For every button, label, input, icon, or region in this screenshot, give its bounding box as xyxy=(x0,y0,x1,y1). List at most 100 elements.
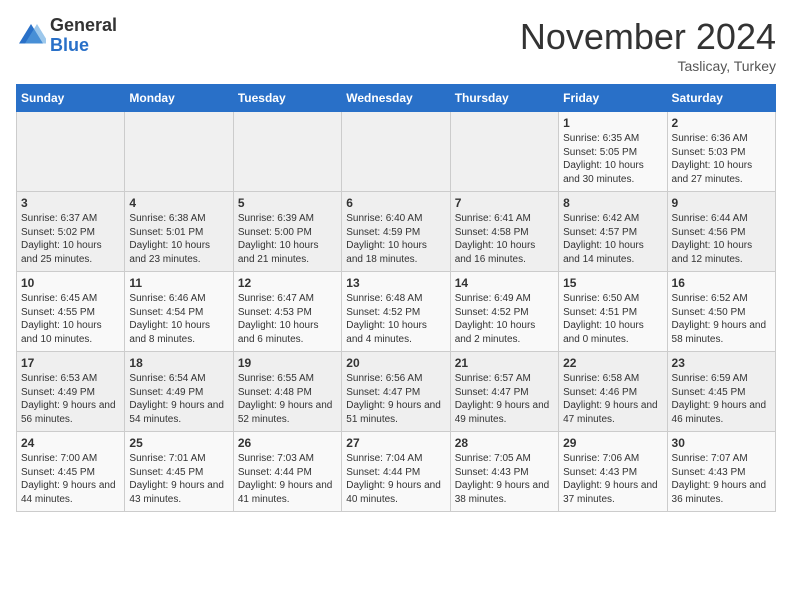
day-info: Sunrise: 7:05 AM Sunset: 4:43 PM Dayligh… xyxy=(455,452,554,506)
day-info: Sunrise: 6:53 AM Sunset: 4:49 PM Dayligh… xyxy=(21,372,120,426)
month-title: November 2024 xyxy=(520,16,776,58)
calendar-cell: 2 Sunrise: 6:36 AM Sunset: 5:03 PM Daylig… xyxy=(667,112,775,192)
day-info: Sunrise: 6:44 AM Sunset: 4:56 PM Dayligh… xyxy=(672,212,771,266)
calendar-cell: 14 Sunrise: 6:49 AM Sunset: 4:52 PM Dayli… xyxy=(450,272,558,352)
calendar-cell xyxy=(342,112,450,192)
day-number: 3 xyxy=(21,196,120,210)
calendar-week-row: 1 Sunrise: 6:35 AM Sunset: 5:05 PM Daylig… xyxy=(17,112,776,192)
day-number: 28 xyxy=(455,436,554,450)
day-number: 25 xyxy=(129,436,228,450)
calendar-cell: 12Sunrise: 6:47 AM Sunset: 4:53 PM Dayli… xyxy=(233,272,341,352)
day-number: 19 xyxy=(238,356,337,370)
day-number: 26 xyxy=(238,436,337,450)
day-number: 2 xyxy=(672,116,771,130)
calendar-cell: 16Sunrise: 6:52 AM Sunset: 4:50 PM Dayli… xyxy=(667,272,775,352)
col-header-sunday: Sunday xyxy=(17,85,125,112)
day-info: Sunrise: 6:35 AM Sunset: 5:05 PM Dayligh… xyxy=(563,132,662,186)
calendar-cell xyxy=(450,112,558,192)
day-info: Sunrise: 6:36 AM Sunset: 5:03 PM Dayligh… xyxy=(672,132,771,186)
calendar-week-row: 3 Sunrise: 6:37 AM Sunset: 5:02 PM Daylig… xyxy=(17,192,776,272)
calendar-cell: 28 Sunrise: 7:05 AM Sunset: 4:43 PM Dayli… xyxy=(450,432,558,512)
calendar-cell: 23Sunrise: 6:59 AM Sunset: 4:45 PM Dayli… xyxy=(667,352,775,432)
day-number: 20 xyxy=(346,356,445,370)
calendar-cell xyxy=(125,112,233,192)
calendar-cell: 11Sunrise: 6:46 AM Sunset: 4:54 PM Dayli… xyxy=(125,272,233,352)
col-header-wednesday: Wednesday xyxy=(342,85,450,112)
logo-general: General xyxy=(50,16,117,36)
day-info: Sunrise: 6:49 AM Sunset: 4:52 PM Dayligh… xyxy=(455,292,554,346)
calendar-cell: 5 Sunrise: 6:39 AM Sunset: 5:00 PM Daylig… xyxy=(233,192,341,272)
logo-text: General Blue xyxy=(50,16,117,56)
day-number: 18 xyxy=(129,356,228,370)
day-number: 22 xyxy=(563,356,662,370)
calendar-cell: 1 Sunrise: 6:35 AM Sunset: 5:05 PM Daylig… xyxy=(559,112,667,192)
calendar-table: SundayMondayTuesdayWednesdayThursdayFrid… xyxy=(16,84,776,512)
calendar-cell: 15 Sunrise: 6:50 AM Sunset: 4:51 PM Dayli… xyxy=(559,272,667,352)
day-number: 30 xyxy=(672,436,771,450)
col-header-friday: Friday xyxy=(559,85,667,112)
day-number: 29 xyxy=(563,436,662,450)
day-info: Sunrise: 6:52 AM Sunset: 4:50 PM Dayligh… xyxy=(672,292,771,346)
calendar-cell: 19 Sunrise: 6:55 AM Sunset: 4:48 PM Dayli… xyxy=(233,352,341,432)
day-number: 6 xyxy=(346,196,445,210)
day-number: 7 xyxy=(455,196,554,210)
calendar-cell: 10Sunrise: 6:45 AM Sunset: 4:55 PM Dayli… xyxy=(17,272,125,352)
calendar-cell: 6 Sunrise: 6:40 AM Sunset: 4:59 PM Daylig… xyxy=(342,192,450,272)
calendar-cell: 13 Sunrise: 6:48 AM Sunset: 4:52 PM Dayli… xyxy=(342,272,450,352)
day-info: Sunrise: 7:01 AM Sunset: 4:45 PM Dayligh… xyxy=(129,452,228,506)
calendar-week-row: 17 Sunrise: 6:53 AM Sunset: 4:49 PM Dayli… xyxy=(17,352,776,432)
col-header-thursday: Thursday xyxy=(450,85,558,112)
calendar-cell: 30 Sunrise: 7:07 AM Sunset: 4:43 PM Dayli… xyxy=(667,432,775,512)
day-info: Sunrise: 6:48 AM Sunset: 4:52 PM Dayligh… xyxy=(346,292,445,346)
calendar-cell: 20 Sunrise: 6:56 AM Sunset: 4:47 PM Dayli… xyxy=(342,352,450,432)
calendar-cell: 8 Sunrise: 6:42 AM Sunset: 4:57 PM Daylig… xyxy=(559,192,667,272)
day-number: 24 xyxy=(21,436,120,450)
day-info: Sunrise: 7:07 AM Sunset: 4:43 PM Dayligh… xyxy=(672,452,771,506)
calendar-cell: 22 Sunrise: 6:58 AM Sunset: 4:46 PM Dayli… xyxy=(559,352,667,432)
day-info: Sunrise: 6:57 AM Sunset: 4:47 PM Dayligh… xyxy=(455,372,554,426)
calendar-cell xyxy=(233,112,341,192)
day-info: Sunrise: 6:42 AM Sunset: 4:57 PM Dayligh… xyxy=(563,212,662,266)
day-number: 21 xyxy=(455,356,554,370)
calendar-cell: 27Sunrise: 7:04 AM Sunset: 4:44 PM Dayli… xyxy=(342,432,450,512)
calendar-week-row: 10Sunrise: 6:45 AM Sunset: 4:55 PM Dayli… xyxy=(17,272,776,352)
day-info: Sunrise: 6:39 AM Sunset: 5:00 PM Dayligh… xyxy=(238,212,337,266)
calendar-header-row: SundayMondayTuesdayWednesdayThursdayFrid… xyxy=(17,85,776,112)
calendar-week-row: 24Sunrise: 7:00 AM Sunset: 4:45 PM Dayli… xyxy=(17,432,776,512)
calendar-cell: 26 Sunrise: 7:03 AM Sunset: 4:44 PM Dayli… xyxy=(233,432,341,512)
calendar-cell: 18 Sunrise: 6:54 AM Sunset: 4:49 PM Dayli… xyxy=(125,352,233,432)
day-info: Sunrise: 6:37 AM Sunset: 5:02 PM Dayligh… xyxy=(21,212,120,266)
col-header-monday: Monday xyxy=(125,85,233,112)
day-info: Sunrise: 6:54 AM Sunset: 4:49 PM Dayligh… xyxy=(129,372,228,426)
logo-icon xyxy=(16,21,46,51)
page-header: General Blue November 2024 Taslicay, Tur… xyxy=(16,16,776,74)
calendar-cell: 17 Sunrise: 6:53 AM Sunset: 4:49 PM Dayli… xyxy=(17,352,125,432)
day-number: 23 xyxy=(672,356,771,370)
day-info: Sunrise: 6:55 AM Sunset: 4:48 PM Dayligh… xyxy=(238,372,337,426)
day-number: 5 xyxy=(238,196,337,210)
day-number: 8 xyxy=(563,196,662,210)
day-info: Sunrise: 6:58 AM Sunset: 4:46 PM Dayligh… xyxy=(563,372,662,426)
col-header-tuesday: Tuesday xyxy=(233,85,341,112)
day-info: Sunrise: 6:46 AM Sunset: 4:54 PM Dayligh… xyxy=(129,292,228,346)
day-info: Sunrise: 7:03 AM Sunset: 4:44 PM Dayligh… xyxy=(238,452,337,506)
logo-blue: Blue xyxy=(50,36,117,56)
day-number: 10 xyxy=(21,276,120,290)
day-number: 13 xyxy=(346,276,445,290)
calendar-cell: 25 Sunrise: 7:01 AM Sunset: 4:45 PM Dayli… xyxy=(125,432,233,512)
day-info: Sunrise: 6:40 AM Sunset: 4:59 PM Dayligh… xyxy=(346,212,445,266)
day-number: 4 xyxy=(129,196,228,210)
calendar-cell: 4Sunrise: 6:38 AM Sunset: 5:01 PM Daylig… xyxy=(125,192,233,272)
day-number: 12 xyxy=(238,276,337,290)
calendar-cell: 29 Sunrise: 7:06 AM Sunset: 4:43 PM Dayli… xyxy=(559,432,667,512)
day-info: Sunrise: 6:50 AM Sunset: 4:51 PM Dayligh… xyxy=(563,292,662,346)
day-number: 14 xyxy=(455,276,554,290)
calendar-cell: 24Sunrise: 7:00 AM Sunset: 4:45 PM Dayli… xyxy=(17,432,125,512)
calendar-cell xyxy=(17,112,125,192)
day-info: Sunrise: 6:56 AM Sunset: 4:47 PM Dayligh… xyxy=(346,372,445,426)
day-number: 1 xyxy=(563,116,662,130)
day-number: 17 xyxy=(21,356,120,370)
day-info: Sunrise: 7:06 AM Sunset: 4:43 PM Dayligh… xyxy=(563,452,662,506)
col-header-saturday: Saturday xyxy=(667,85,775,112)
day-number: 15 xyxy=(563,276,662,290)
